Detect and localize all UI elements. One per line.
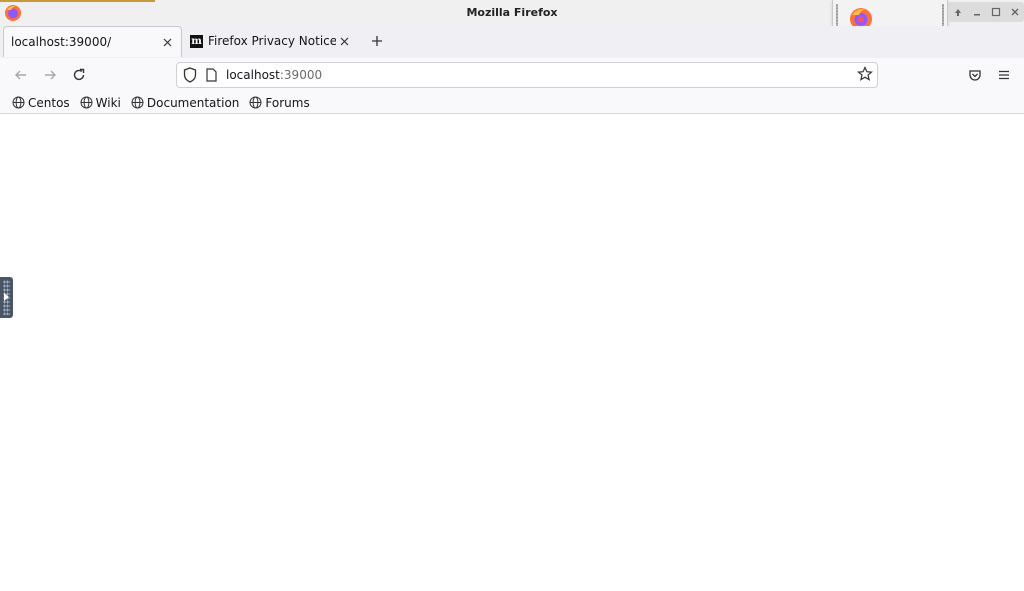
bookmark-label: Centos	[28, 95, 70, 110]
back-arrow-icon	[15, 70, 26, 80]
tab-label: localhost:39000/	[11, 35, 112, 49]
close-icon[interactable]	[159, 34, 175, 50]
bookmark-centos[interactable]: Centos	[12, 96, 70, 110]
expand-arrow-icon	[4, 293, 9, 301]
bookmark-label: Wiki	[95, 95, 121, 110]
globe-icon	[131, 96, 144, 109]
globe-icon	[80, 96, 93, 109]
bookmark-forums[interactable]: Forums	[249, 95, 310, 110]
forward-arrow-icon	[45, 70, 56, 80]
globe-icon	[12, 96, 25, 109]
new-tab-button[interactable]	[368, 32, 386, 50]
url-text[interactable]: localhost:39000	[226, 68, 322, 82]
reload-button[interactable]	[70, 66, 88, 84]
bookmark-label: Forums	[265, 95, 310, 110]
plus-icon	[372, 36, 382, 46]
bookmark-wiki[interactable]: Wiki	[80, 96, 121, 110]
shade-icon[interactable]	[951, 5, 965, 19]
forward-button[interactable]	[41, 66, 59, 84]
pocket-icon	[969, 70, 981, 81]
firefox-window: Mozilla Firefox localhost:39000/ m Firef…	[0, 0, 1024, 591]
close-icon[interactable]	[336, 33, 352, 49]
shield-icon[interactable]	[183, 67, 197, 83]
url-host: localhost	[226, 68, 280, 82]
pocket-button[interactable]	[966, 66, 984, 84]
url-port: :39000	[279, 68, 323, 82]
side-panel-handle[interactable]	[0, 277, 13, 318]
maximize-icon[interactable]	[989, 5, 1003, 19]
hamburger-menu-icon	[999, 70, 1009, 80]
page-content[interactable]	[0, 115, 1024, 591]
app-menu-button[interactable]	[995, 66, 1013, 84]
star-icon[interactable]	[857, 66, 873, 82]
tab-label: Firefox Privacy Notice —	[208, 34, 336, 48]
tab-localhost[interactable]: localhost:39000/	[3, 26, 182, 57]
bookmarks-toolbar: Centos Wiki Documentation Forums	[0, 92, 1024, 114]
back-button[interactable]	[12, 66, 30, 84]
close-window-icon[interactable]	[1008, 5, 1022, 19]
window-controls	[948, 2, 1024, 22]
page-icon[interactable]	[206, 68, 217, 82]
minimize-icon[interactable]	[970, 5, 984, 19]
tab-privacy-notice[interactable]: m Firefox Privacy Notice —	[186, 26, 358, 56]
reload-icon	[73, 68, 85, 81]
url-bar[interactable]: localhost:39000	[176, 62, 878, 88]
bookmark-label: Documentation	[146, 95, 240, 110]
mozilla-favicon-icon: m	[190, 34, 203, 48]
navigation-toolbar: localhost:39000	[0, 58, 1024, 92]
globe-icon	[249, 96, 262, 109]
bookmark-documentation[interactable]: Documentation	[131, 95, 240, 110]
tab-strip: localhost:39000/ m Firefox Privacy Notic…	[0, 26, 1024, 58]
accent-strip	[0, 0, 155, 2]
